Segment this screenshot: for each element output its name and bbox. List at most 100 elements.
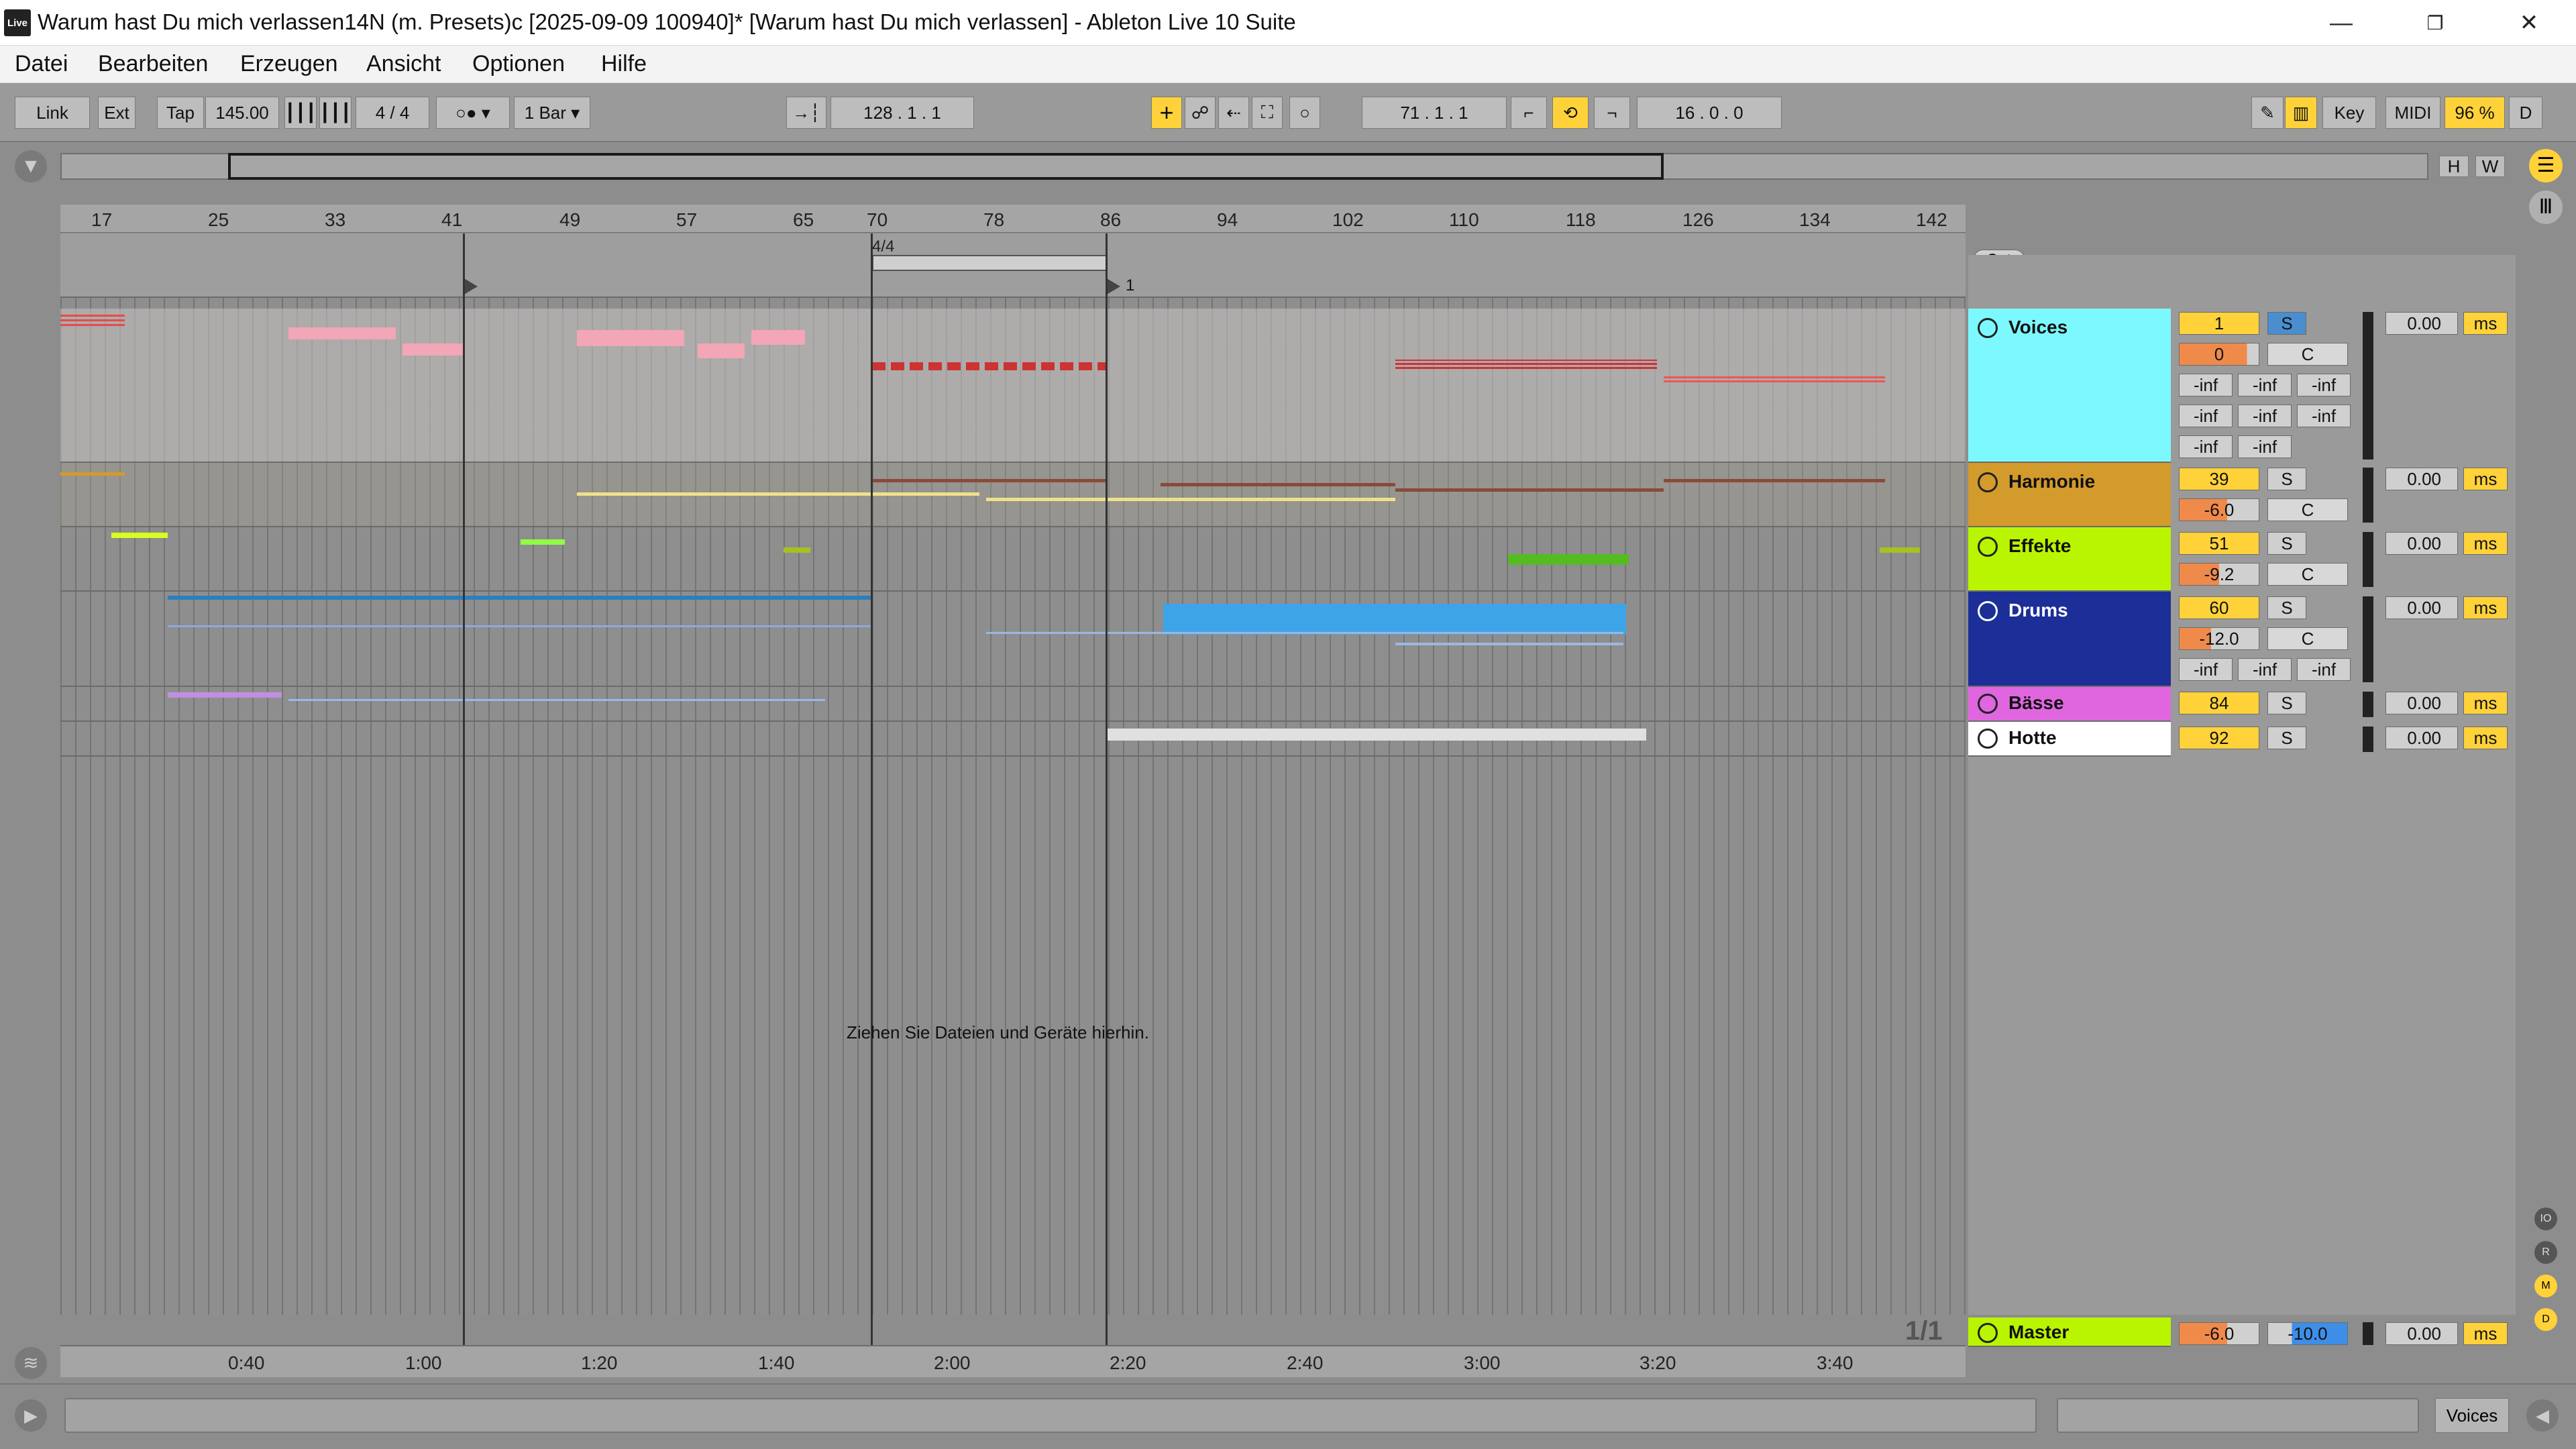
send-field[interactable]: -inf [2179,405,2233,427]
delay-unit[interactable]: ms [2463,532,2508,555]
fold-icon[interactable] [1978,537,1998,557]
loop-switch-icon[interactable]: ⟲ [1552,97,1589,129]
track-delay-field[interactable]: 0.00 [2385,727,2458,749]
loop-brace[interactable] [872,255,1107,271]
track-delay-field[interactable]: 0.00 [2385,596,2458,619]
detail-view-icon[interactable]: ◀ [2526,1399,2559,1432]
time-signature-field[interactable]: 4 / 4 [356,97,429,129]
track-number[interactable]: 51 [2179,532,2259,555]
selected-track-label[interactable]: Voices [2435,1398,2509,1433]
overview-selection[interactable] [228,153,1664,180]
menu-optionen[interactable]: Optionen [472,51,565,77]
ext-button[interactable]: Ext [98,97,136,129]
loop-length-field[interactable]: 16 . 0 . 0 [1637,97,1782,129]
arrangement-position[interactable]: 128 . 1 . 1 [830,97,974,129]
menu-ansicht[interactable]: Ansicht [366,51,441,77]
follow-icon[interactable]: →┆ [786,97,826,129]
volume-field[interactable]: -9.2 [2179,563,2259,586]
track-lane-effekte[interactable] [60,527,1966,592]
d-button[interactable]: D [2509,97,2542,129]
crossfade-button[interactable]: C [2267,343,2348,366]
track-number[interactable]: 92 [2179,727,2259,749]
send-field[interactable]: -inf [2238,374,2292,396]
delay-unit[interactable]: ms [2463,468,2508,490]
beat-time-ruler[interactable] [60,205,1966,233]
maximize-button[interactable]: ❐ [2395,0,2475,46]
crossfade-button[interactable]: C [2267,563,2348,586]
track-number[interactable]: 39 [2179,468,2259,490]
delay-unit[interactable]: ms [2463,596,2508,619]
send-field[interactable]: -inf [2297,374,2351,396]
track-number[interactable]: 60 [2179,596,2259,619]
browser-toggle-icon[interactable]: ▼ [15,150,47,182]
track-number[interactable]: 1 [2179,312,2259,335]
time-signature-marker[interactable]: 4/4 [872,237,894,256]
fold-icon[interactable] [1978,601,1998,621]
draw-mode-icon[interactable]: ✎ [2251,97,2284,129]
solo-button[interactable]: S [2267,468,2306,490]
groove-icon[interactable]: ≋ [15,1347,47,1379]
solo-button[interactable]: S [2267,692,2306,714]
midi-map-button[interactable]: MIDI [2385,97,2440,129]
track-delay-field[interactable]: 0.00 [2385,532,2458,555]
track-lane-drums[interactable] [60,592,1966,687]
fold-icon[interactable] [1978,729,1998,749]
arrangement-view-icon[interactable]: ☰ [2529,149,2563,182]
send-field[interactable]: -inf [2179,658,2233,681]
delay-unit[interactable]: ms [2463,692,2508,714]
master-delay-field[interactable]: 0.00 [2385,1322,2458,1345]
locator-icon[interactable] [463,278,478,295]
back-to-arrangement-icon[interactable]: ⇠ [1218,97,1249,129]
io-toggle-icon[interactable]: IO [2534,1208,2557,1230]
volume-field[interactable]: 0 [2179,343,2259,366]
optimize-height-button[interactable]: H [2439,156,2469,177]
tap-button[interactable]: Tap [157,97,204,129]
minimize-button[interactable]: — [2301,0,2381,46]
menu-erzeugen[interactable]: Erzeugen [240,51,338,77]
crossfade-button[interactable]: C [2267,498,2348,521]
solo-button[interactable]: S [2267,727,2306,749]
track-number[interactable]: 84 [2179,692,2259,714]
nudge-down-icon[interactable]: ┃┃┃ [284,97,317,129]
time-ruler[interactable] [60,1345,1966,1377]
track-header-hotte[interactable]: Hotte [1968,722,2171,757]
send-field[interactable]: -inf [2179,374,2233,396]
track-lane-voices[interactable] [60,309,1966,463]
track-header-drums[interactable]: Drums [1968,592,2171,687]
crossfade-button[interactable]: C [2267,627,2348,650]
volume-field[interactable]: -6.0 [2179,498,2259,521]
track-header-baesse[interactable]: Bässe [1968,687,2171,722]
delay-unit[interactable]: ms [2463,1322,2508,1345]
send-field[interactable]: -inf [2238,435,2292,458]
track-lane-hotte[interactable] [60,722,1966,757]
send-field[interactable]: -inf [2179,435,2233,458]
track-lane-harmonie[interactable] [60,463,1966,527]
track-header-master[interactable]: Master [1968,1318,2171,1347]
send-field[interactable]: -inf [2238,405,2292,427]
locator-icon[interactable] [1106,278,1120,295]
master-play-icon[interactable] [1978,1323,1998,1343]
delay-toggle-icon[interactable]: D [2534,1308,2557,1331]
fold-icon[interactable] [1978,318,1998,338]
volume-field[interactable]: -12.0 [2179,627,2259,650]
delay-unit[interactable]: ms [2463,312,2508,335]
fold-icon[interactable] [1978,694,1998,714]
capture-icon[interactable]: ⛶ [1252,97,1283,129]
delay-unit[interactable]: ms [2463,727,2508,749]
session-view-icon[interactable]: Ⅲ [2529,191,2563,224]
fold-icon[interactable] [1978,472,1998,492]
menu-hilfe[interactable]: Hilfe [601,51,647,77]
quantize-select[interactable]: 1 Bar ▾ [514,97,590,129]
return-toggle-icon[interactable]: R [2534,1241,2557,1264]
track-delay-field[interactable]: 0.00 [2385,692,2458,714]
send-field[interactable]: -inf [2238,658,2292,681]
tempo-field[interactable]: 145.00 [205,97,279,129]
overdub-icon[interactable]: + [1151,97,1182,129]
session-record-icon[interactable]: ○ [1289,97,1320,129]
track-header-effekte[interactable]: Effekte [1968,527,2171,592]
solo-button[interactable]: S [2267,532,2306,555]
nudge-up-icon[interactable]: ┃┃┃ [319,97,352,129]
solo-button[interactable]: S [2267,312,2306,335]
track-header-harmonie[interactable]: Harmonie [1968,463,2171,527]
track-delay-field[interactable]: 0.00 [2385,312,2458,335]
